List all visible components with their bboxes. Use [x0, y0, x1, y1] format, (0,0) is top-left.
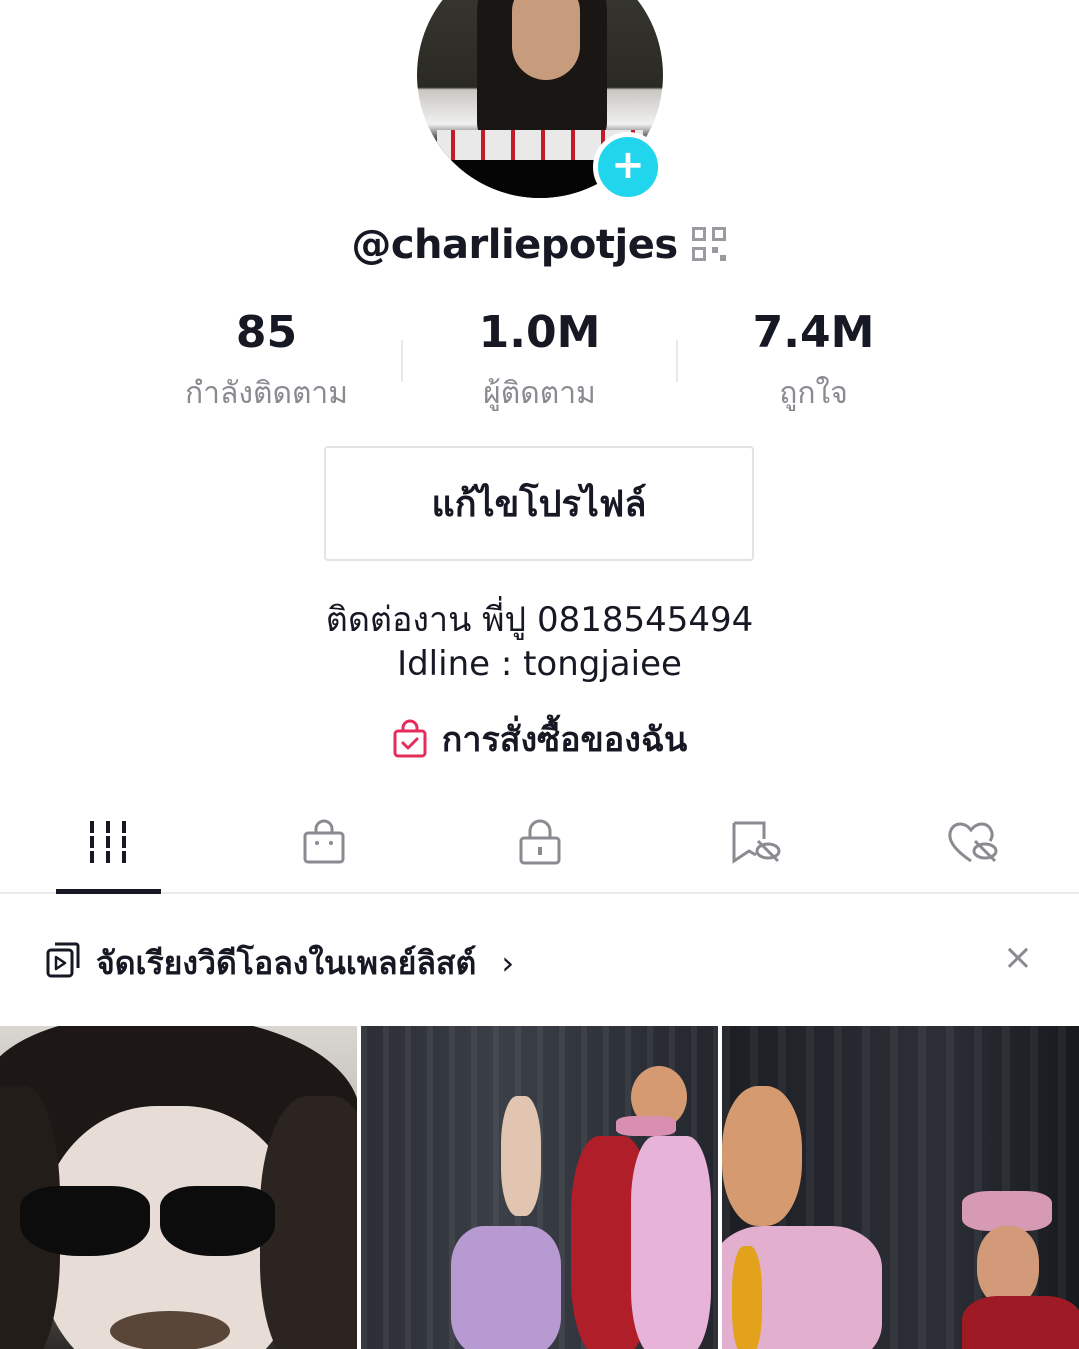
my-orders-label: การสั่งซื้อของฉัน	[441, 720, 688, 760]
stat-followers[interactable]: 1.0M ผู้ติดตาม	[403, 302, 676, 417]
stat-followers-count: 1.0M	[478, 307, 601, 358]
profile-tabs	[0, 790, 1079, 894]
playlist-icon	[46, 942, 80, 978]
stat-likes-count: 7.4M	[752, 307, 875, 358]
stat-followers-label: ผู้ติดตาม	[483, 376, 596, 411]
tab-private[interactable]	[432, 790, 648, 894]
video-grid	[0, 1026, 1079, 1349]
stat-likes-label: ถูกใจ	[779, 376, 848, 411]
qr-code-icon[interactable]	[691, 227, 728, 263]
bio-line: Idline : tongjaiee	[397, 644, 682, 684]
grid-icon	[90, 821, 126, 863]
bio: ติดต่องาน พี่ปู 0818545494 Idline : tong…	[0, 598, 1079, 686]
tab-videos[interactable]	[0, 790, 216, 894]
playlist-banner-text: จัดเรียงวิดีโอลงในเพลย์ลิสต์ ›	[96, 938, 514, 989]
username: @charliepotjes	[351, 222, 678, 268]
shop-bag-icon	[303, 819, 345, 864]
bookmark-hidden-icon	[732, 821, 781, 864]
close-icon[interactable]: ×	[998, 936, 1038, 980]
tab-shop[interactable]	[216, 790, 432, 894]
avatar-face	[512, 0, 580, 80]
lock-icon	[519, 819, 561, 865]
plus-icon: +	[611, 142, 645, 188]
heart-hidden-icon	[948, 822, 998, 863]
username-row: @charliepotjes	[0, 222, 1079, 268]
active-tab-indicator	[56, 889, 161, 894]
shopping-bag-check-icon	[393, 719, 427, 758]
edit-profile-button[interactable]: แก้ไขโปรไฟล์	[324, 446, 754, 561]
stat-following-count: 85	[235, 307, 298, 358]
tab-liked[interactable]	[864, 790, 1079, 894]
playlist-banner[interactable]: จัดเรียงวิดีโอลงในเพลย์ลิสต์ ›	[0, 920, 1079, 1000]
video-thumbnail[interactable]	[0, 1026, 357, 1349]
stats-row: 85 กำลังติดตาม 1.0M ผู้ติดตาม 7.4M ถูกใจ	[130, 302, 950, 422]
profile-avatar-area: +	[417, 0, 663, 202]
stat-following-label: กำลังติดตาม	[184, 376, 349, 411]
stat-likes[interactable]: 7.4M ถูกใจ	[677, 302, 950, 417]
chevron-right-icon: ›	[501, 944, 515, 982]
add-avatar-button[interactable]: +	[593, 132, 663, 202]
video-thumbnail[interactable]	[361, 1026, 718, 1349]
playlist-banner-label: จัดเรียงวิดีโอลงในเพลย์ลิสต์	[96, 944, 477, 982]
tab-saved[interactable]	[648, 790, 864, 894]
stat-following[interactable]: 85 กำลังติดตาม	[130, 302, 403, 417]
video-thumbnail[interactable]	[722, 1026, 1079, 1349]
bio-line: ติดต่องาน พี่ปู 0818545494	[325, 600, 754, 640]
my-orders-link[interactable]: การสั่งซื้อของฉัน	[0, 712, 1079, 766]
